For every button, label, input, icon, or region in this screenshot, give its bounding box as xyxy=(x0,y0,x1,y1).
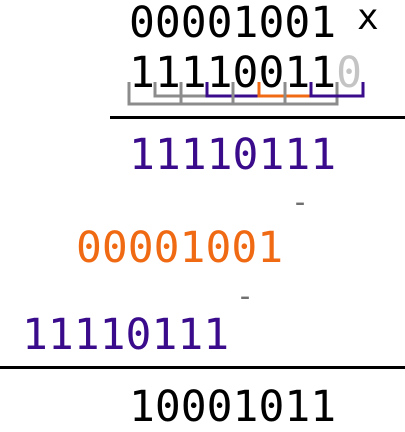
partial-result-2: 00001001 xyxy=(76,223,284,273)
partial-result-1: 11110111 xyxy=(129,130,337,180)
top-rule xyxy=(110,116,405,119)
bottom-rule xyxy=(0,366,405,369)
partial-result-3: 11110111 xyxy=(22,310,230,360)
minus-sign-2: - xyxy=(236,279,255,314)
booth-multiplication-diagram: 00001001 x 111100110 11110111 - 00001001… xyxy=(0,0,405,429)
final-result: 10001011 xyxy=(129,382,337,432)
minus-sign-1: - xyxy=(291,185,310,220)
